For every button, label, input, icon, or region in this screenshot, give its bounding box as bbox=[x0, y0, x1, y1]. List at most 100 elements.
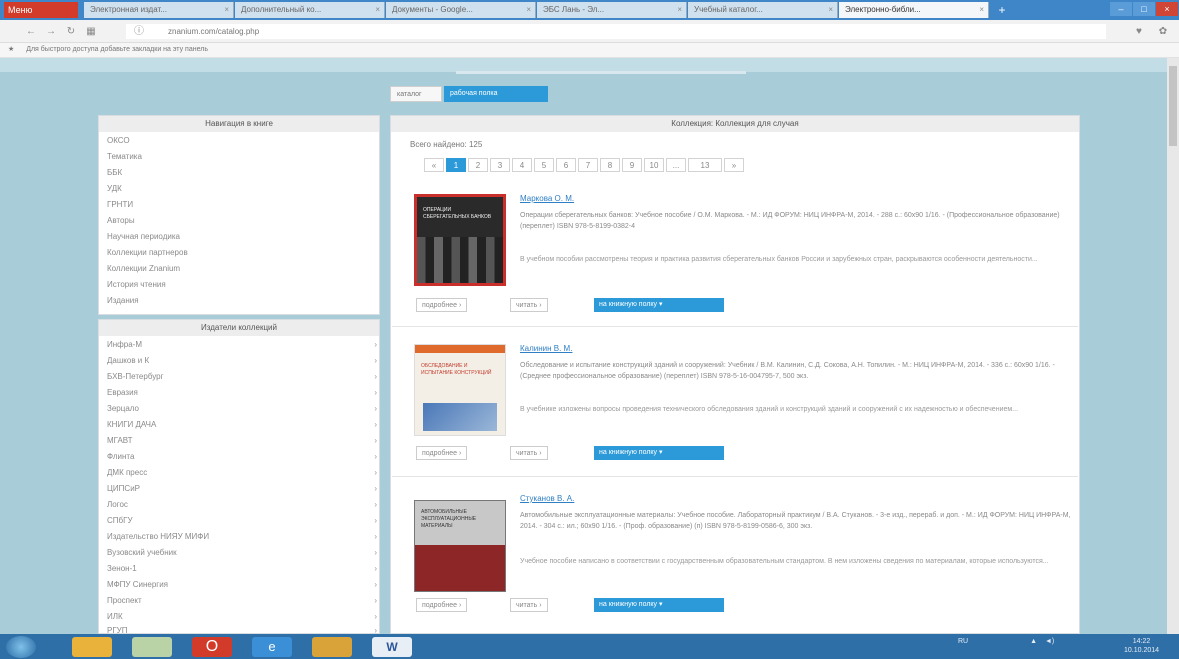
book-author-link[interactable]: Стуканов В. А. bbox=[520, 494, 574, 503]
book-author-link[interactable]: Калинин В. М. bbox=[520, 344, 572, 353]
internet-explorer-icon[interactable]: e bbox=[252, 637, 292, 657]
pagination-page[interactable]: 13 bbox=[688, 158, 722, 172]
collection-item[interactable]: Дашков и К › bbox=[107, 356, 377, 365]
browser-tab[interactable]: Электронная издат... × bbox=[84, 2, 234, 18]
collection-item[interactable]: КНИГИ ДАЧА › bbox=[107, 420, 377, 429]
read-button[interactable]: читать › bbox=[510, 298, 548, 312]
nav-item[interactable]: Тематика bbox=[107, 152, 142, 161]
nav-item[interactable]: УДК bbox=[107, 184, 122, 193]
nav-item[interactable]: Коллекции партнеров bbox=[107, 248, 188, 257]
page-scrollbar[interactable] bbox=[1167, 58, 1179, 634]
collection-item[interactable]: Инфра-М › bbox=[107, 340, 377, 349]
close-tab-icon[interactable]: × bbox=[224, 2, 229, 18]
language-indicator[interactable]: RU bbox=[958, 638, 968, 645]
read-button[interactable]: читать › bbox=[510, 598, 548, 612]
close-tab-icon[interactable]: × bbox=[677, 2, 682, 18]
pagination-page[interactable]: 5 bbox=[534, 158, 554, 172]
add-to-shelf-button[interactable]: на книжную полку ▾ bbox=[594, 446, 724, 460]
shield-icon[interactable]: ♥ bbox=[1132, 26, 1146, 38]
collection-item[interactable]: ЦИПСиР › bbox=[107, 484, 377, 493]
collection-item[interactable]: Вузовский учебник › bbox=[107, 548, 377, 557]
collection-item[interactable]: БХВ-Петербург › bbox=[107, 372, 377, 381]
bookmark-star-icon[interactable]: ★ bbox=[8, 46, 14, 53]
volume-icon[interactable]: ◄) bbox=[1045, 638, 1054, 645]
address-input[interactable]: znanium.com/catalog.php bbox=[126, 24, 1106, 39]
opera-menu-button[interactable]: Меню bbox=[4, 2, 78, 18]
close-tab-icon[interactable]: × bbox=[375, 2, 380, 18]
collection-item[interactable]: Проспект › bbox=[107, 596, 377, 605]
add-to-shelf-button[interactable]: на книжную полку ▾ bbox=[594, 298, 724, 312]
collection-item[interactable]: Евразия › bbox=[107, 388, 377, 397]
pagination-page[interactable]: 1 bbox=[446, 158, 466, 172]
details-button[interactable]: подробнее › bbox=[416, 598, 468, 612]
pagination-page[interactable]: 3 bbox=[490, 158, 510, 172]
extensions-icon[interactable]: ✿ bbox=[1156, 26, 1170, 38]
clock[interactable]: 14:22 10.10.2014 bbox=[1124, 637, 1159, 655]
collection-item[interactable]: Флинта › bbox=[107, 452, 377, 461]
nav-item[interactable]: Издания bbox=[107, 296, 139, 305]
collection-item[interactable]: РГУП › bbox=[107, 626, 377, 633]
explorer-icon[interactable] bbox=[72, 637, 112, 657]
browser-tab[interactable]: Документы - Google... × bbox=[386, 2, 536, 18]
book-cover[interactable]: ОБСЛЕДОВАНИЕ И ИСПЫТАНИЕ КОНСТРУКЦИЙ bbox=[414, 344, 506, 436]
pagination-next[interactable]: » bbox=[724, 158, 744, 172]
pagination-page[interactable]: 8 bbox=[600, 158, 620, 172]
nav-item[interactable]: ББК bbox=[107, 168, 122, 177]
new-tab-icon[interactable]: + bbox=[994, 2, 1010, 18]
close-tab-icon[interactable]: × bbox=[828, 2, 833, 18]
scrollbar-thumb[interactable] bbox=[1169, 66, 1177, 146]
opera-icon[interactable]: O bbox=[192, 637, 232, 657]
start-button-icon[interactable] bbox=[6, 636, 36, 658]
pagination-page[interactable]: 7 bbox=[578, 158, 598, 172]
minimize-icon[interactable]: – bbox=[1110, 2, 1132, 16]
browser-tab[interactable]: Учебный каталог... × bbox=[688, 2, 838, 18]
collection-item[interactable]: МФПУ Синергия › bbox=[107, 580, 377, 589]
collection-item[interactable]: СПбГУ › bbox=[107, 516, 377, 525]
pagination-page[interactable]: 6 bbox=[556, 158, 576, 172]
book-cover[interactable]: ОПЕРАЦИИ СБЕРЕГАТЕЛЬНЫХ БАНКОВ bbox=[414, 194, 506, 286]
reload-icon[interactable]: ↻ bbox=[64, 26, 78, 38]
collection-item[interactable]: МГАВТ › bbox=[107, 436, 377, 445]
collection-item[interactable]: Зерцало › bbox=[107, 404, 377, 413]
chrome-icon[interactable] bbox=[312, 637, 352, 657]
details-button[interactable]: подробнее › bbox=[416, 446, 468, 460]
files-icon[interactable] bbox=[132, 637, 172, 657]
collection-item[interactable]: ДМК пресс › bbox=[107, 468, 377, 477]
nav-item[interactable]: Научная периодика bbox=[107, 232, 180, 241]
tab-bookshelf[interactable]: рабочая полка bbox=[444, 86, 548, 102]
read-button[interactable]: читать › bbox=[510, 446, 548, 460]
pagination-page[interactable]: 4 bbox=[512, 158, 532, 172]
forward-arrow-icon[interactable]: → bbox=[44, 26, 58, 38]
pagination-page[interactable]: 10 bbox=[644, 158, 664, 172]
chevron-right-icon: › bbox=[374, 420, 377, 429]
pagination-prev[interactable]: « bbox=[424, 158, 444, 172]
browser-tab[interactable]: ЭБС Лань - Эл... × bbox=[537, 2, 687, 18]
pagination-page[interactable]: 9 bbox=[622, 158, 642, 172]
nav-item[interactable]: История чтения bbox=[107, 280, 166, 289]
maximize-icon[interactable]: □ bbox=[1133, 2, 1155, 16]
network-icon[interactable]: ▲ bbox=[1030, 638, 1037, 645]
collection-item[interactable]: Логос › bbox=[107, 500, 377, 509]
site-info-icon[interactable]: ⓘ bbox=[132, 26, 146, 38]
details-button[interactable]: подробнее › bbox=[416, 298, 468, 312]
close-tab-icon[interactable]: × bbox=[979, 2, 984, 18]
add-to-shelf-button[interactable]: на книжную полку ▾ bbox=[594, 598, 724, 612]
pagination-page[interactable]: 2 bbox=[468, 158, 488, 172]
nav-item[interactable]: ОКСО bbox=[107, 136, 130, 145]
close-window-icon[interactable]: × bbox=[1156, 2, 1178, 16]
collection-item[interactable]: Зенон-1 › bbox=[107, 564, 377, 573]
speed-dial-icon[interactable]: ▦ bbox=[84, 26, 98, 38]
nav-item[interactable]: Авторы bbox=[107, 216, 135, 225]
book-cover[interactable]: АВТОМОБИЛЬНЫЕ ЭКСПЛУАТАЦИОННЫЕ МАТЕРИАЛЫ bbox=[414, 500, 506, 592]
collection-item[interactable]: ИЛК › bbox=[107, 612, 377, 621]
nav-item[interactable]: Коллекции Znanium bbox=[107, 264, 180, 273]
browser-tab-active[interactable]: Электронно-библи... × bbox=[839, 2, 989, 18]
book-author-link[interactable]: Маркова О. М. bbox=[520, 194, 574, 203]
tab-catalog[interactable]: каталог bbox=[390, 86, 442, 102]
word-icon[interactable]: W bbox=[372, 637, 412, 657]
browser-tab[interactable]: Дополнительный ко... × bbox=[235, 2, 385, 18]
collection-item[interactable]: Издательство НИЯУ МИФИ › bbox=[107, 532, 377, 541]
nav-item[interactable]: ГРНТИ bbox=[107, 200, 133, 209]
close-tab-icon[interactable]: × bbox=[526, 2, 531, 18]
back-arrow-icon[interactable]: ← bbox=[24, 26, 38, 38]
